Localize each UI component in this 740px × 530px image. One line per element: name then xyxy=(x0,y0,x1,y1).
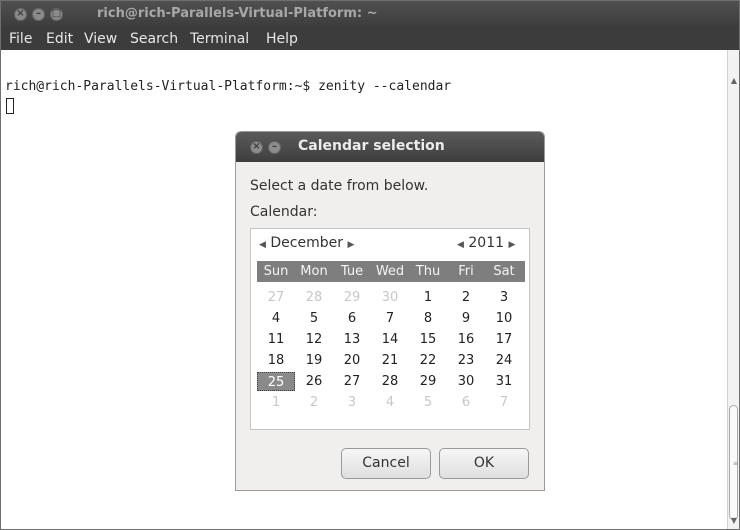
calendar-day-cell[interactable]: 4 xyxy=(371,393,409,412)
calendar-day-cell[interactable]: 1 xyxy=(257,393,295,412)
next-month-icon[interactable]: ▶ xyxy=(347,240,354,250)
calendar-day-cell[interactable]: 6 xyxy=(333,309,371,328)
calendar-day-cell[interactable]: 28 xyxy=(295,288,333,307)
calendar-day-cell[interactable]: 7 xyxy=(371,309,409,328)
scroll-up-arrow-icon[interactable]: ▲ xyxy=(728,76,740,86)
calendar-day-cell[interactable]: 11 xyxy=(257,330,295,349)
calendar-dialog: × – Calendar selection Select a date fro… xyxy=(235,131,545,491)
ok-button[interactable]: OK xyxy=(439,448,529,479)
window-titlebar[interactable]: × – □ rich@rich-Parallels-Virtual-Platfo… xyxy=(1,1,739,29)
calendar-day-cell[interactable]: 30 xyxy=(371,288,409,307)
menu-file[interactable]: File xyxy=(9,31,32,47)
calendar-day-cell[interactable]: 26 xyxy=(295,372,333,391)
menu-terminal[interactable]: Terminal xyxy=(190,31,249,47)
year-selector: ◀ 2011 ▶ xyxy=(457,235,515,251)
calendar-day-cell[interactable]: 30 xyxy=(447,372,485,391)
calendar-day-cell[interactable]: 4 xyxy=(257,309,295,328)
weekday-fri: Fri xyxy=(458,264,474,279)
calendar-day-cell[interactable]: 2 xyxy=(295,393,333,412)
menu-help[interactable]: Help xyxy=(266,31,298,47)
menu-view[interactable]: View xyxy=(84,31,117,47)
calendar-day-cell[interactable]: 9 xyxy=(447,309,485,328)
calendar-day-cell[interactable]: 29 xyxy=(409,372,447,391)
calendar-day-cell[interactable]: 18 xyxy=(257,351,295,370)
calendar-day-cell[interactable]: 8 xyxy=(409,309,447,328)
prev-year-icon[interactable]: ◀ xyxy=(457,240,464,250)
calendar-day-cell[interactable]: 21 xyxy=(371,351,409,370)
menu-edit[interactable]: Edit xyxy=(46,31,73,47)
terminal-command-line: rich@rich-Parallels-Virtual-Platform:~$ … xyxy=(5,79,452,94)
calendar-header: ◀ December ▶ ◀ 2011 ▶ xyxy=(251,229,529,257)
menu-search[interactable]: Search xyxy=(130,31,178,47)
prev-month-icon[interactable]: ◀ xyxy=(259,240,266,250)
calendar-day-cell[interactable]: 31 xyxy=(485,372,523,391)
terminal-window: × – □ rich@rich-Parallels-Virtual-Platfo… xyxy=(0,0,740,530)
calendar-day-cell[interactable]: 5 xyxy=(295,309,333,328)
calendar-day-cell[interactable]: 22 xyxy=(409,351,447,370)
month-label: December xyxy=(270,235,343,251)
calendar-day-cell[interactable]: 2 xyxy=(447,288,485,307)
calendar-label: Calendar: xyxy=(250,204,318,220)
scrollbar-thumb[interactable]: ≡ xyxy=(729,405,738,520)
window-title: rich@rich-Parallels-Virtual-Platform: ~ xyxy=(97,6,378,21)
weekday-sun: Sun xyxy=(263,264,289,279)
terminal-scrollbar[interactable]: ▲ ≡ ▼ xyxy=(727,50,739,529)
weekday-tue: Tue xyxy=(340,264,364,279)
calendar-day-cell[interactable]: 29 xyxy=(333,288,371,307)
calendar-day-cell[interactable]: 27 xyxy=(257,288,295,307)
calendar-day-cell[interactable]: 6 xyxy=(447,393,485,412)
calendar-day-cell[interactable]: 3 xyxy=(333,393,371,412)
month-selector: ◀ December ▶ xyxy=(259,235,354,251)
calendar-day-cell[interactable]: 7 xyxy=(485,393,523,412)
close-icon[interactable]: × xyxy=(14,8,27,21)
calendar-day-cell[interactable]: 13 xyxy=(333,330,371,349)
calendar-day-cell[interactable]: 14 xyxy=(371,330,409,349)
calendar-day-cell[interactable]: 20 xyxy=(333,351,371,370)
weekday-wed: Wed xyxy=(375,264,405,279)
calendar-day-cell[interactable]: 12 xyxy=(295,330,333,349)
dialog-minimize-icon[interactable]: – xyxy=(268,141,281,154)
calendar-day-cell[interactable]: 16 xyxy=(447,330,485,349)
menubar: File Edit View Search Terminal Help xyxy=(1,29,739,50)
calendar-day-selected[interactable]: 25 xyxy=(257,372,295,391)
scroll-down-arrow-icon[interactable]: ▼ xyxy=(728,516,740,526)
next-year-icon[interactable]: ▶ xyxy=(508,240,515,250)
weekday-sat: Sat xyxy=(493,264,515,279)
calendar-day-cell[interactable]: 27 xyxy=(333,372,371,391)
dialog-title: Calendar selection xyxy=(298,138,445,154)
calendar-widget[interactable]: ◀ December ▶ ◀ 2011 ▶ Sun Mon Tue Wed Th… xyxy=(250,228,530,430)
weekday-header: Sun Mon Tue Wed Thu Fri Sat xyxy=(257,261,525,282)
calendar-day-cell[interactable]: 17 xyxy=(485,330,523,349)
calendar-day-cell[interactable]: 28 xyxy=(371,372,409,391)
dialog-close-icon[interactable]: × xyxy=(250,141,263,154)
calendar-day-cell[interactable]: 19 xyxy=(295,351,333,370)
calendar-day-cell[interactable]: 10 xyxy=(485,309,523,328)
weekday-mon: Mon xyxy=(300,264,328,279)
weekday-thu: Thu xyxy=(415,264,441,279)
minimize-icon[interactable]: – xyxy=(32,8,45,21)
year-label: 2011 xyxy=(468,235,505,251)
terminal-cursor xyxy=(6,98,14,114)
calendar-day-cell[interactable]: 23 xyxy=(447,351,485,370)
calendar-day-cell[interactable]: 3 xyxy=(485,288,523,307)
dialog-titlebar[interactable]: × – Calendar selection xyxy=(236,132,544,162)
dialog-prompt-text: Select a date from below. xyxy=(250,178,429,194)
calendar-day-cell[interactable]: 24 xyxy=(485,351,523,370)
calendar-day-cell[interactable]: 1 xyxy=(409,288,447,307)
maximize-icon[interactable]: □ xyxy=(50,8,63,21)
grip-icon: ≡ xyxy=(733,460,739,467)
calendar-day-cell[interactable]: 15 xyxy=(409,330,447,349)
calendar-day-cell[interactable]: 5 xyxy=(409,393,447,412)
cancel-button[interactable]: Cancel xyxy=(341,448,431,479)
